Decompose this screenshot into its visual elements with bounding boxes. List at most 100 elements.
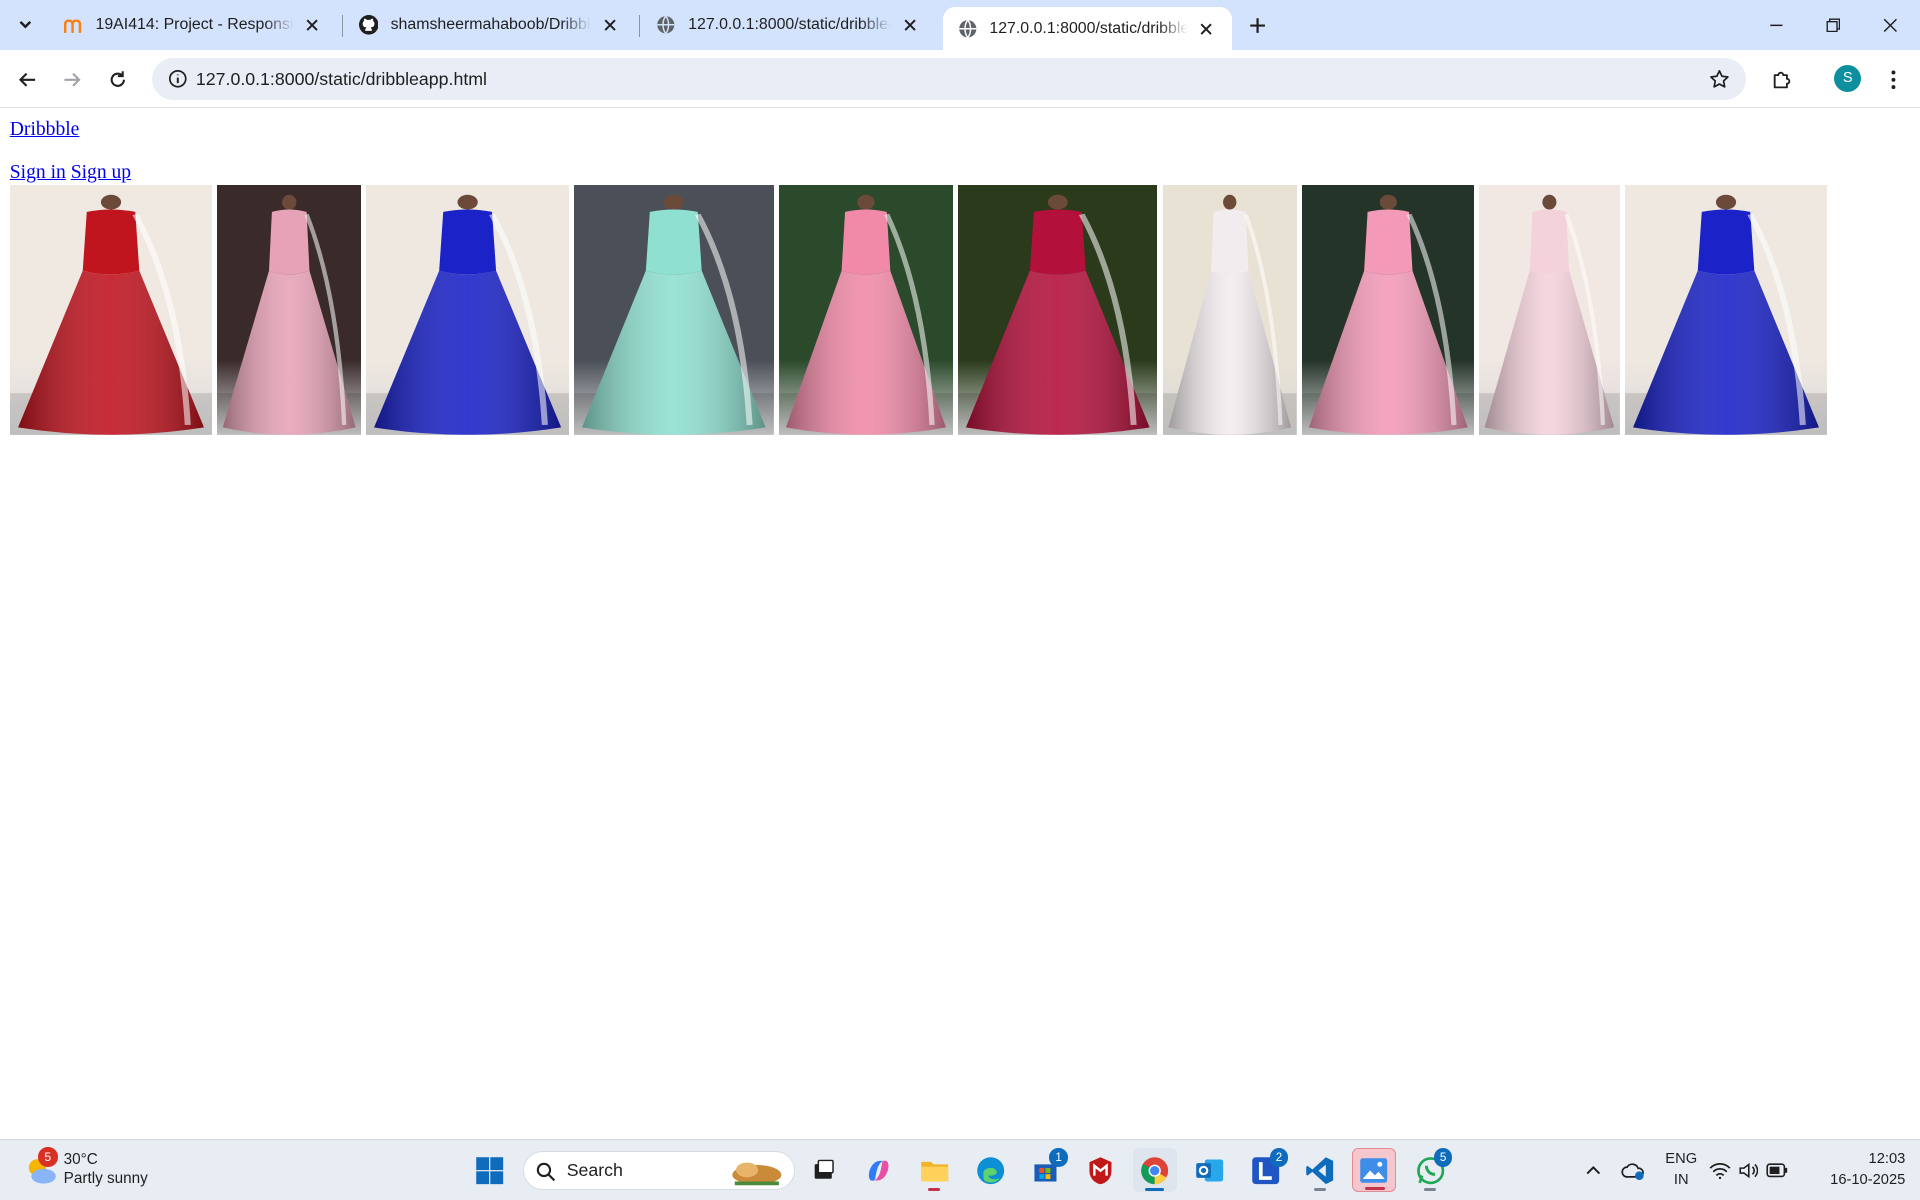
weather-widget[interactable]: 5 30°C Partly sunny — [24, 1147, 171, 1194]
tab-local-2-active[interactable]: 127.0.0.1:8000/static/dribbleapp — [942, 7, 1232, 51]
running-indicator — [1424, 1187, 1437, 1192]
outlook-icon — [1196, 1159, 1224, 1182]
site-info-icon[interactable] — [162, 62, 195, 95]
weather-description: Partly sunny — [63, 1170, 148, 1188]
task-view-button[interactable] — [801, 1148, 845, 1192]
brand-link[interactable]: Dribbble — [10, 119, 80, 141]
dress-photo[interactable] — [1163, 184, 1297, 435]
reload-icon — [110, 71, 125, 87]
tab-search-button[interactable] — [10, 9, 42, 41]
edge-button[interactable] — [969, 1148, 1013, 1192]
vscode-button[interactable] — [1298, 1148, 1342, 1192]
chevron-down-icon — [19, 21, 32, 29]
notification-badge: 2 — [1269, 1148, 1289, 1167]
sign-up-link[interactable]: Sign up — [71, 162, 131, 184]
whatsapp-button[interactable]: 5 — [1408, 1148, 1453, 1192]
restore-button[interactable] — [1805, 0, 1861, 50]
new-tab-button[interactable] — [1242, 10, 1274, 42]
tab-local-1[interactable]: 127.0.0.1:8000/static/dribbleapp — [642, 0, 936, 50]
browser-toolbar: 127.0.0.1:8000/static/dribbleapp.html S — [0, 50, 1920, 108]
close-window-button[interactable] — [1862, 0, 1918, 50]
volume-icon — [1739, 1162, 1759, 1179]
browser-menu-button[interactable] — [1875, 61, 1912, 98]
tab-divider — [341, 14, 343, 37]
notification-badge: 5 — [1433, 1148, 1453, 1167]
start-button[interactable] — [468, 1148, 512, 1192]
tab-title: 127.0.0.1:8000/static/dribbleapp — [989, 19, 1187, 37]
tab-github[interactable]: shamsheermahaboob/Dribble — [344, 0, 635, 50]
running-indicator — [1313, 1187, 1327, 1192]
tab-project[interactable]: 19AI414: Project - Responsive W — [49, 0, 338, 50]
language-indicator[interactable]: ENG — [1663, 1151, 1700, 1167]
dress-illustration — [1624, 194, 1827, 435]
dress-photo[interactable] — [1624, 184, 1827, 435]
quick-settings-button[interactable] — [1707, 1148, 1790, 1192]
profile-avatar[interactable]: S — [1834, 64, 1862, 92]
sign-in-link[interactable]: Sign in — [10, 162, 66, 184]
chrome-button[interactable] — [1132, 1148, 1177, 1193]
globe-icon — [656, 15, 676, 35]
dress-illustration — [1479, 194, 1620, 435]
dress-illustration — [1163, 194, 1297, 435]
minimize-icon — [1770, 24, 1783, 26]
chevron-up-icon — [1586, 1166, 1600, 1175]
bookmark-star-icon[interactable] — [1703, 62, 1736, 95]
tab-title: 127.0.0.1:8000/static/dribbleapp — [688, 16, 891, 34]
reload-button[interactable] — [99, 61, 136, 98]
file-explorer-button[interactable] — [912, 1148, 956, 1192]
task-view-icon — [814, 1159, 834, 1179]
dress-photo[interactable] — [216, 184, 362, 435]
weather-temperature: 30°C — [63, 1150, 98, 1168]
arrow-left-icon — [19, 72, 36, 87]
close-tab-icon[interactable] — [599, 14, 621, 36]
taskbar-search[interactable]: Search — [522, 1150, 795, 1190]
address-url[interactable]: 127.0.0.1:8000/static/dribbleapp.html — [196, 69, 487, 90]
photos-button[interactable] — [1351, 1148, 1396, 1193]
copilot-icon — [869, 1160, 889, 1181]
tray-overflow-button[interactable] — [1571, 1148, 1615, 1192]
store-button[interactable]: 1 — [1024, 1148, 1068, 1192]
dress-photo[interactable] — [778, 184, 953, 435]
extensions-button[interactable] — [1763, 61, 1800, 98]
close-tab-icon[interactable] — [301, 14, 323, 36]
running-indicator — [1365, 1186, 1385, 1191]
launcher-button[interactable]: 2 — [1244, 1148, 1289, 1192]
back-button[interactable] — [10, 61, 47, 98]
clock-time[interactable]: 12:03 — [1807, 1151, 1906, 1167]
tab-title: shamsheermahaboob/Dribble — [390, 16, 592, 34]
auth-links: Sign in Sign up — [10, 162, 131, 184]
folder-icon — [920, 1161, 948, 1182]
dress-photo[interactable] — [366, 184, 570, 435]
address-bar[interactable]: 127.0.0.1:8000/static/dribbleapp.html — [151, 57, 1747, 101]
wifi-icon — [1709, 1162, 1731, 1179]
search-icon — [536, 1162, 556, 1181]
restore-icon — [1826, 18, 1840, 32]
dress-photo[interactable] — [1479, 184, 1620, 435]
arrow-right-icon — [64, 72, 82, 87]
mcafee-button[interactable] — [1079, 1148, 1123, 1192]
windows-icon — [476, 1156, 504, 1184]
notification-badge: 1 — [1049, 1148, 1068, 1167]
dress-photo[interactable] — [957, 184, 1158, 435]
onedrive-button[interactable] — [1611, 1148, 1655, 1192]
running-indicator — [928, 1187, 941, 1192]
minimize-button[interactable] — [1749, 0, 1805, 50]
dress-photo[interactable] — [1301, 184, 1475, 435]
vscode-icon — [1306, 1156, 1334, 1184]
language-region: IN — [1673, 1171, 1689, 1188]
search-highlight-icon — [732, 1162, 782, 1186]
taskbar: 5 30°C Partly sunny Search 1 2 5 ENG IN … — [0, 1138, 1920, 1200]
dress-photo[interactable] — [9, 184, 212, 435]
search-label: Search — [566, 1160, 623, 1181]
close-icon — [1883, 18, 1898, 32]
dress-photo[interactable] — [574, 184, 774, 435]
weather-badge: 5 — [37, 1147, 58, 1167]
forward-button[interactable] — [54, 61, 91, 98]
close-tab-icon[interactable] — [899, 14, 921, 36]
clock-date[interactable]: 16-10-2025 — [1807, 1172, 1905, 1188]
outlook-button[interactable] — [1188, 1148, 1232, 1192]
close-tab-icon[interactable] — [1195, 18, 1217, 40]
copilot-button[interactable] — [857, 1148, 901, 1192]
dress-illustration — [366, 194, 570, 435]
dress-illustration — [574, 194, 774, 435]
